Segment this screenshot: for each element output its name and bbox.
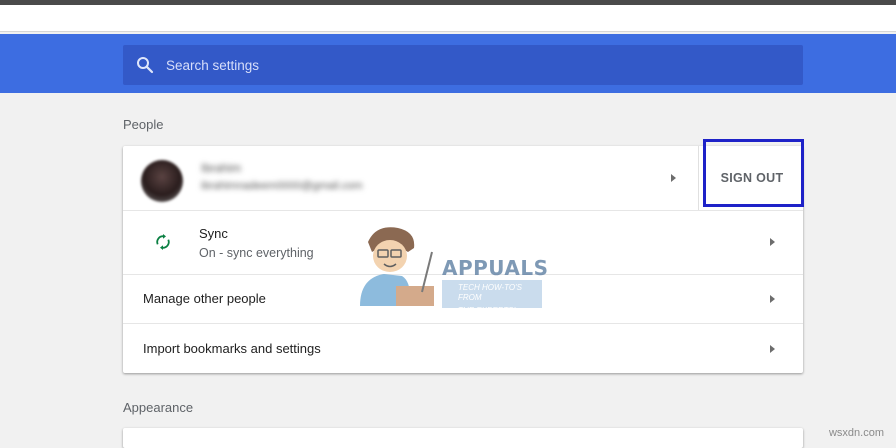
people-card: Ibrahim ibrahimnadeem0000@gmail.com SIGN… [123, 146, 803, 373]
sync-title: Sync [199, 226, 228, 241]
sync-status: On - sync everything [199, 246, 314, 260]
chevron-right-icon[interactable] [770, 295, 775, 303]
search-icon [137, 57, 154, 74]
sign-out-button[interactable]: SIGN OUT [701, 152, 803, 204]
site-credit: wsxdn.com [828, 427, 884, 439]
appearance-section-title: Appearance [123, 400, 194, 415]
people-section-title: People [123, 117, 164, 132]
appearance-card [123, 428, 803, 448]
browser-address-bar[interactable] [0, 5, 896, 32]
avatar[interactable] [141, 160, 183, 202]
manage-other-people-label: Manage other people [143, 291, 266, 306]
sync-icon [156, 234, 170, 250]
sync-row[interactable]: Sync On - sync everything [123, 210, 803, 275]
account-email: ibrahimnadeem0000@gmail.com [201, 180, 363, 192]
chevron-right-icon[interactable] [770, 345, 775, 353]
chevron-right-icon[interactable] [770, 238, 775, 246]
import-bookmarks-row[interactable]: Import bookmarks and settings [123, 324, 803, 373]
divider [698, 146, 699, 210]
search-input[interactable] [164, 56, 768, 74]
manage-other-people-row[interactable]: Manage other people [123, 274, 803, 324]
account-name: Ibrahim [201, 161, 242, 175]
chevron-right-icon[interactable] [671, 174, 676, 182]
account-row[interactable]: Ibrahim ibrahimnadeem0000@gmail.com SIGN… [123, 146, 803, 211]
import-bookmarks-label: Import bookmarks and settings [143, 341, 321, 356]
search-box[interactable] [123, 45, 803, 85]
